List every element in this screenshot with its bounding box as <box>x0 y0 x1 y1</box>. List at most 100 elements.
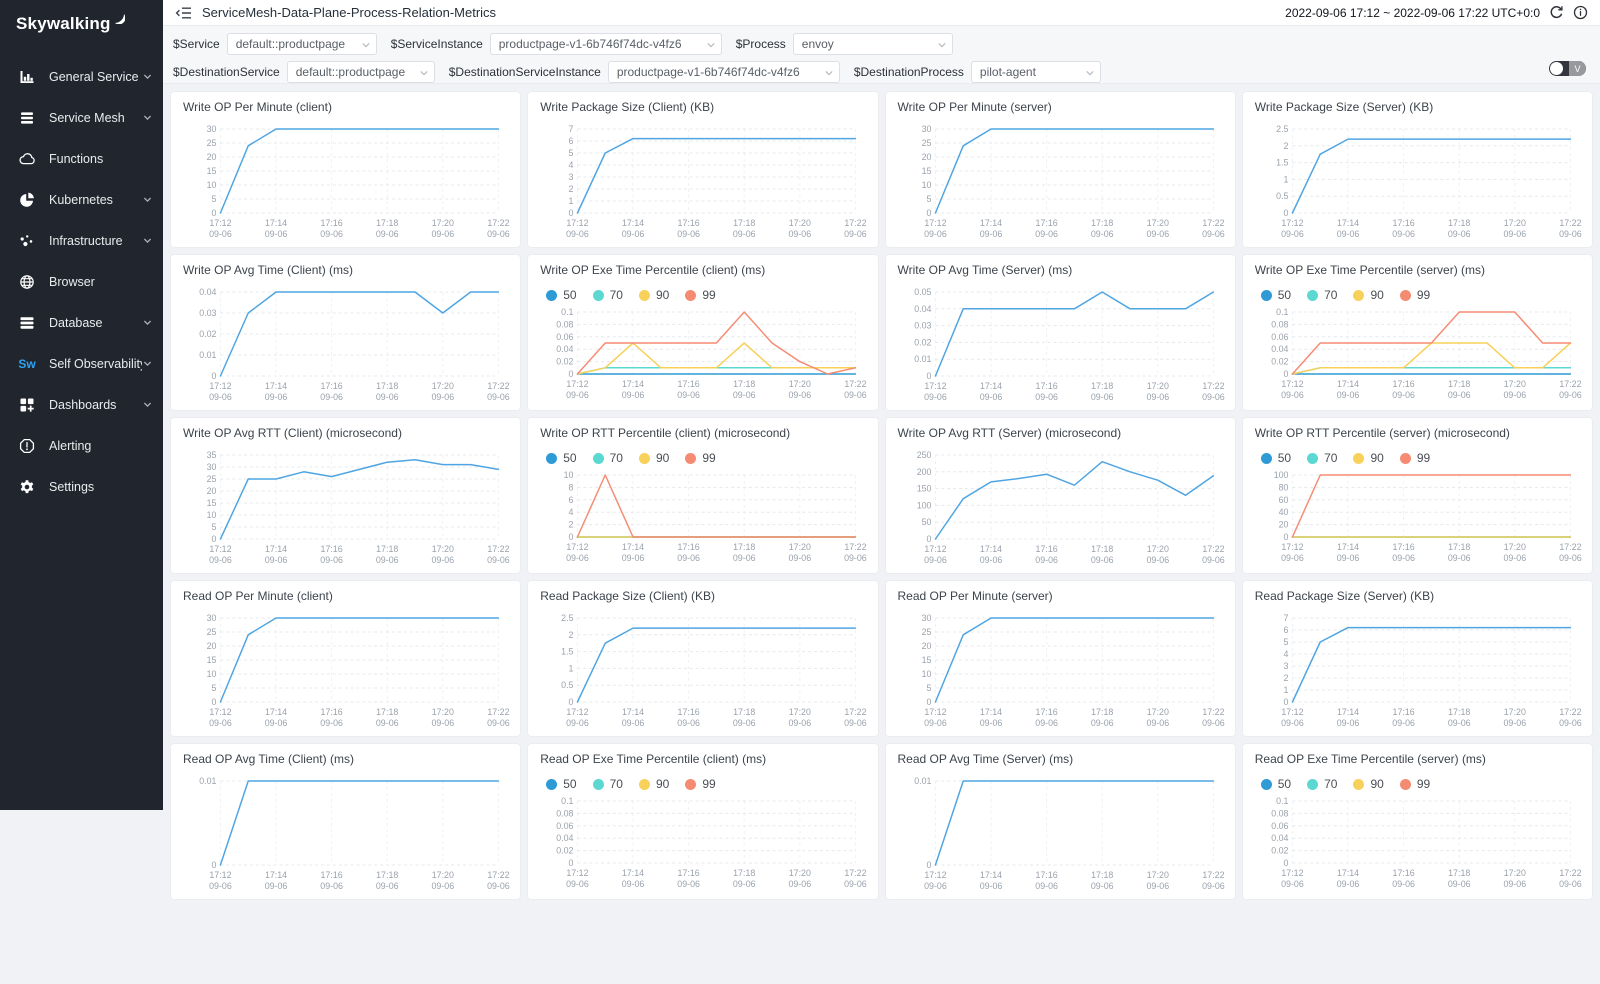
svg-text:09-06: 09-06 <box>320 881 343 891</box>
info-icon[interactable] <box>1573 5 1588 20</box>
legend-item-p70[interactable]: 70 <box>1307 777 1337 791</box>
skywalking-logo[interactable]: Skywalking <box>0 0 163 34</box>
legend-item-p90[interactable]: 90 <box>639 451 669 465</box>
chart-plot[interactable]: 00.511.522.517:1209-0617:1409-0617:1609-… <box>538 608 867 734</box>
filter-select-destinationserviceinstance[interactable]: productpage-v1-6b746f74dc-v4fz6 <box>608 61 840 83</box>
legend-item-p70[interactable]: 70 <box>593 777 623 791</box>
chart-plot[interactable]: 00.0117:1209-0617:1409-0617:1609-0617:18… <box>181 771 510 897</box>
chart-card: Write OP Avg Time (Server) (ms)00.010.02… <box>886 255 1235 410</box>
chart-plot[interactable]: 0123456717:1209-0617:1409-0617:1609-0617… <box>538 119 867 245</box>
sidebar-item-alerting[interactable]: Alerting <box>0 425 163 466</box>
chart-plot[interactable]: 05010015020025017:1209-0617:1409-0617:16… <box>896 445 1225 571</box>
svg-text:09-06: 09-06 <box>789 718 812 728</box>
svg-text:17:20: 17:20 <box>789 868 811 878</box>
legend-item-p99[interactable]: 99 <box>685 288 715 302</box>
menu-fold-icon[interactable] <box>175 6 192 20</box>
filter-select-service[interactable]: default::productpage <box>227 33 377 55</box>
legend-item-p50[interactable]: 50 <box>546 451 576 465</box>
sidebar-item-service-mesh[interactable]: Service Mesh <box>0 97 163 138</box>
sidebar-item-kubernetes[interactable]: Kubernetes <box>0 179 163 220</box>
legend-item-p70[interactable]: 70 <box>1307 451 1337 465</box>
svg-text:09-06: 09-06 <box>1336 718 1359 728</box>
sidebar-item-settings[interactable]: Settings <box>0 466 163 507</box>
chart-plot[interactable]: 00.010.020.030.0417:1209-0617:1409-0617:… <box>181 282 510 408</box>
svg-text:60: 60 <box>1278 495 1288 505</box>
filter-label: $DestinationService <box>173 65 280 79</box>
chart-plot[interactable]: 05101520253017:1209-0617:1409-0617:1609-… <box>896 119 1225 245</box>
svg-text:09-06: 09-06 <box>1336 229 1359 239</box>
legend-item-p50[interactable]: 50 <box>1261 451 1291 465</box>
svg-text:5: 5 <box>1283 637 1288 647</box>
chart-plot[interactable]: 00.0117:1209-0617:1409-0617:1609-0617:18… <box>896 771 1225 897</box>
svg-text:100: 100 <box>916 500 931 510</box>
sidebar-item-infrastructure[interactable]: Infrastructure <box>0 220 163 261</box>
legend-item-p70[interactable]: 70 <box>1307 288 1337 302</box>
legend-item-p50[interactable]: 50 <box>546 777 576 791</box>
legend-item-p90[interactable]: 90 <box>1353 288 1383 302</box>
svg-text:09-06: 09-06 <box>678 718 701 728</box>
svg-text:17:14: 17:14 <box>979 544 1001 554</box>
legend-label: 90 <box>1370 777 1383 791</box>
svg-text:09-06: 09-06 <box>376 229 399 239</box>
sidebar-item-database[interactable]: Database <box>0 302 163 343</box>
legend-item-p50[interactable]: 50 <box>1261 777 1291 791</box>
legend-item-p99[interactable]: 99 <box>685 451 715 465</box>
svg-text:17:22: 17:22 <box>487 870 509 880</box>
legend-item-p70[interactable]: 70 <box>593 451 623 465</box>
svg-text:0: 0 <box>1283 858 1288 868</box>
filter-bar: $Servicedefault::productpage$ServiceInst… <box>163 26 1600 84</box>
chart-card: Read Package Size (Server) (KB)012345671… <box>1243 581 1592 736</box>
legend-label: 70 <box>1324 777 1337 791</box>
sidebar-item-functions[interactable]: Functions <box>0 138 163 179</box>
svg-text:1: 1 <box>569 663 574 673</box>
sidebar-item-general-service[interactable]: General Service <box>0 56 163 97</box>
chart-plot[interactable]: 05101520253017:1209-0617:1409-0617:1609-… <box>181 119 510 245</box>
time-range-picker[interactable]: 2022-09-06 17:12 ~ 2022-09-06 17:22 UTC+… <box>1285 6 1540 20</box>
svg-text:17:16: 17:16 <box>1035 707 1057 717</box>
refresh-icon[interactable] <box>1549 5 1564 20</box>
chart-plot[interactable]: 00.511.522.517:1209-0617:1409-0617:1609-… <box>1253 119 1582 245</box>
filter-select-destinationprocess[interactable]: pilot-agent <box>971 61 1101 83</box>
chart-plot[interactable]: 05101520253017:1209-0617:1409-0617:1609-… <box>896 608 1225 734</box>
chart-title: Write OP RTT Percentile (client) (micros… <box>538 424 867 445</box>
sidebar-item-browser[interactable]: Browser <box>0 261 163 302</box>
legend-item-p90[interactable]: 90 <box>639 288 669 302</box>
legend-item-p99[interactable]: 99 <box>1400 288 1430 302</box>
legend-item-p99[interactable]: 99 <box>1400 451 1430 465</box>
legend-label: 90 <box>656 451 669 465</box>
chart-plot[interactable]: 00.020.040.060.080.117:1209-0617:1409-06… <box>1253 306 1582 406</box>
filter-select-process[interactable]: envoy <box>793 33 953 55</box>
legend-dot <box>1353 779 1364 790</box>
svg-text:17:20: 17:20 <box>1146 381 1168 391</box>
chart-plot[interactable]: 00.020.040.060.080.117:1209-0617:1409-06… <box>538 795 867 895</box>
svg-text:17:12: 17:12 <box>924 218 946 228</box>
version-toggle[interactable]: V <box>1549 61 1586 76</box>
sidebar-item-self-observability[interactable]: SwSelf Observability <box>0 343 163 384</box>
svg-text:17:16: 17:16 <box>1035 544 1057 554</box>
filter-select-serviceinstance[interactable]: productpage-v1-6b746f74dc-v4fz6 <box>490 33 722 55</box>
filter-select-destinationservice[interactable]: default::productpage <box>287 61 435 83</box>
legend-item-p50[interactable]: 50 <box>546 288 576 302</box>
chart-plot[interactable]: 00.020.040.060.080.117:1209-0617:1409-06… <box>1253 795 1582 895</box>
legend-item-p90[interactable]: 90 <box>1353 451 1383 465</box>
legend-item-p99[interactable]: 99 <box>685 777 715 791</box>
legend-item-p70[interactable]: 70 <box>593 288 623 302</box>
chart-plot[interactable]: 00.010.020.030.040.0517:1209-0617:1409-0… <box>896 282 1225 408</box>
legend-label: 50 <box>1278 777 1291 791</box>
chart-plot[interactable]: 0123456717:1209-0617:1409-0617:1609-0617… <box>1253 608 1582 734</box>
chart-plot[interactable]: 02040608010017:1209-0617:1409-0617:1609-… <box>1253 469 1582 569</box>
svg-text:09-06: 09-06 <box>924 392 947 402</box>
chart-plot[interactable]: 0510152025303517:1209-0617:1409-0617:160… <box>181 445 510 571</box>
legend-item-p99[interactable]: 99 <box>1400 777 1430 791</box>
svg-text:09-06: 09-06 <box>1559 390 1582 400</box>
svg-text:0.1: 0.1 <box>561 307 573 317</box>
chart-plot[interactable]: 05101520253017:1209-0617:1409-0617:1609-… <box>181 608 510 734</box>
svg-text:0: 0 <box>926 860 931 870</box>
chart-plot[interactable]: 00.020.040.060.080.117:1209-0617:1409-06… <box>538 306 867 406</box>
sidebar-item-dashboards[interactable]: Dashboards <box>0 384 163 425</box>
legend-item-p50[interactable]: 50 <box>1261 288 1291 302</box>
legend-item-p90[interactable]: 90 <box>1353 777 1383 791</box>
legend-label: 90 <box>656 777 669 791</box>
legend-item-p90[interactable]: 90 <box>639 777 669 791</box>
chart-plot[interactable]: 024681017:1209-0617:1409-0617:1609-0617:… <box>538 469 867 569</box>
